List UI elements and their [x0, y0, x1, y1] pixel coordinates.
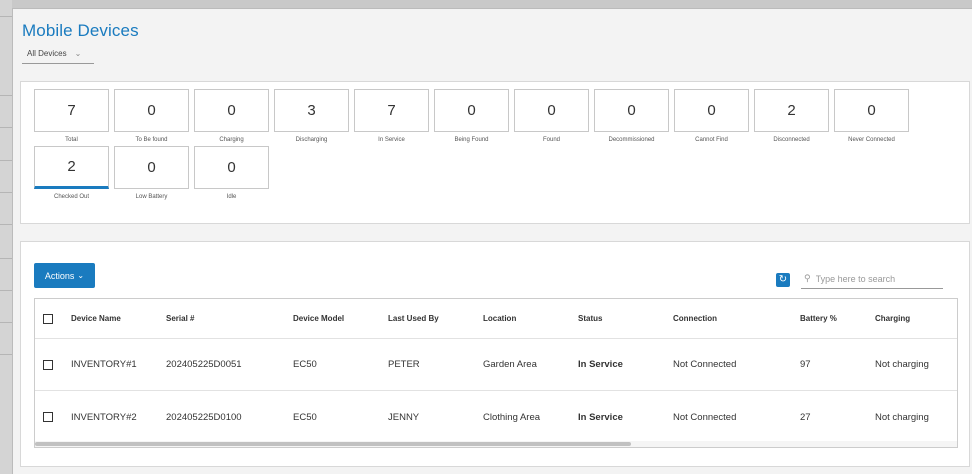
- stat-value: 0: [194, 146, 269, 189]
- search-icon: ⚲: [804, 273, 811, 283]
- cell-charging: Not charging: [875, 411, 929, 423]
- stat-found[interactable]: 0 Found: [514, 89, 589, 143]
- stat-never-connected[interactable]: 0 Never Connected: [834, 89, 909, 143]
- stat-low-battery[interactable]: 0 Low Battery: [114, 146, 189, 200]
- stat-disconnected[interactable]: 2 Disconnected: [754, 89, 829, 143]
- cell-status: In Service: [578, 411, 623, 423]
- cell-device-name: INVENTORY#1: [71, 359, 137, 370]
- cell-status: In Service: [578, 359, 623, 370]
- stat-label: Total: [65, 137, 78, 143]
- stat-value: 2: [34, 146, 109, 189]
- stat-label: Disconnected: [773, 137, 810, 143]
- column-header[interactable]: Connection: [673, 314, 717, 323]
- devices-table: Device Name Serial # Device Model Last U…: [34, 298, 958, 448]
- device-filter-value: All Devices: [27, 49, 67, 58]
- horizontal-scrollbar[interactable]: [35, 441, 957, 447]
- stat-value: 7: [34, 89, 109, 132]
- stat-charging[interactable]: 0 Charging: [194, 89, 269, 143]
- refresh-icon[interactable]: ↻: [776, 273, 790, 287]
- stat-value: 0: [594, 89, 669, 132]
- stat-label: Checked Out: [53, 194, 90, 200]
- cell-battery: 97: [800, 359, 811, 370]
- column-header[interactable]: Device Name: [71, 314, 121, 323]
- cell-connection: Not Connected: [673, 411, 737, 423]
- cell-last-used-by: PETER: [388, 359, 420, 370]
- cell-charging: Not charging: [875, 359, 929, 370]
- stat-value: 0: [114, 146, 189, 189]
- stat-in-service[interactable]: 7 In Service: [354, 89, 429, 143]
- column-header[interactable]: Serial #: [166, 314, 194, 323]
- cell-location: Clothing Area: [483, 411, 541, 423]
- chevron-down-icon: ⌄: [74, 49, 82, 58]
- chevron-down-icon: ⌄: [77, 271, 85, 280]
- stat-label: Decommissioned: [608, 137, 655, 143]
- stat-value: 2: [754, 89, 829, 132]
- row-checkbox[interactable]: [43, 359, 53, 370]
- table-row[interactable]: INVENTORY#2 202405225D0100 EC50 JENNY Cl…: [35, 391, 957, 443]
- search-input[interactable]: [815, 273, 936, 284]
- device-stats-panel: 7 Total 0 To Be found 0 Charging 3 Disch…: [20, 81, 970, 224]
- stat-decommissioned[interactable]: 0 Decommissioned: [594, 89, 669, 143]
- column-header[interactable]: Location: [483, 314, 516, 323]
- stat-to-be-found[interactable]: 0 To Be found: [114, 89, 189, 143]
- stat-label: Cannot Find: [695, 137, 728, 143]
- stat-label: In Service: [378, 137, 405, 143]
- stat-idle[interactable]: 0 Idle: [194, 146, 269, 200]
- stat-value: 0: [114, 89, 189, 132]
- stat-value: 0: [674, 89, 749, 132]
- cell-battery: 27: [800, 411, 811, 423]
- row-checkbox[interactable]: [43, 412, 53, 422]
- column-header[interactable]: Last Used By: [388, 314, 439, 323]
- cell-device-model: EC50: [293, 359, 317, 370]
- stat-label: Charging: [219, 137, 244, 143]
- background-app-edge: [0, 0, 12, 474]
- stat-cannot-find[interactable]: 0 Cannot Find: [674, 89, 749, 143]
- column-header[interactable]: Charging: [875, 314, 910, 323]
- column-header[interactable]: Device Model: [293, 314, 344, 323]
- table-header-row: Device Name Serial # Device Model Last U…: [35, 299, 957, 339]
- column-header[interactable]: Status: [578, 314, 602, 323]
- actions-label: Actions: [44, 270, 75, 281]
- stat-label: Found: [542, 137, 560, 143]
- stat-label: To Be found: [135, 137, 168, 143]
- stat-value: 0: [514, 89, 589, 132]
- column-header[interactable]: Battery %: [800, 314, 837, 323]
- stat-label: Being Found: [454, 137, 489, 143]
- stat-label: Never Connected: [848, 137, 895, 143]
- scrollbar-thumb[interactable]: [35, 442, 631, 446]
- search-box[interactable]: ⚲: [801, 269, 943, 289]
- cell-connection: Not Connected: [673, 359, 737, 370]
- stat-value: 7: [354, 89, 429, 132]
- page-title: Mobile Devices: [22, 21, 139, 40]
- stat-checked-out[interactable]: 2 Checked Out: [34, 146, 109, 200]
- cell-serial: 202405225D0100: [166, 411, 242, 423]
- cell-serial: 202405225D0051: [166, 359, 242, 370]
- stat-label: Discharging: [295, 137, 328, 143]
- cell-device-model: EC50: [293, 411, 317, 423]
- stat-label: Low Battery: [135, 194, 168, 200]
- select-all-checkbox[interactable]: [43, 313, 53, 324]
- mobile-devices-window: Mobile Devices All Devices ⌄ 7 Total 0 T…: [12, 8, 972, 474]
- stat-value: 0: [194, 89, 269, 132]
- stat-discharging[interactable]: 3 Discharging: [274, 89, 349, 143]
- stat-value: 0: [834, 89, 909, 132]
- cell-last-used-by: JENNY: [388, 411, 420, 423]
- cell-device-name: INVENTORY#2: [71, 411, 137, 423]
- actions-button[interactable]: Actions ⌄: [34, 263, 95, 288]
- stat-being-found[interactable]: 0 Being Found: [434, 89, 509, 143]
- table-row[interactable]: INVENTORY#1 202405225D0051 EC50 PETER Ga…: [35, 339, 957, 391]
- devices-table-panel: Actions ⌄ ↻ ⚲ Device Name Serial # Devic…: [20, 241, 970, 467]
- stat-value: 0: [434, 89, 509, 132]
- cell-location: Garden Area: [483, 359, 537, 370]
- stat-value: 3: [274, 89, 349, 132]
- device-filter-select[interactable]: All Devices ⌄: [22, 44, 94, 64]
- stat-total[interactable]: 7 Total: [34, 89, 109, 143]
- stat-label: Idle: [226, 194, 237, 200]
